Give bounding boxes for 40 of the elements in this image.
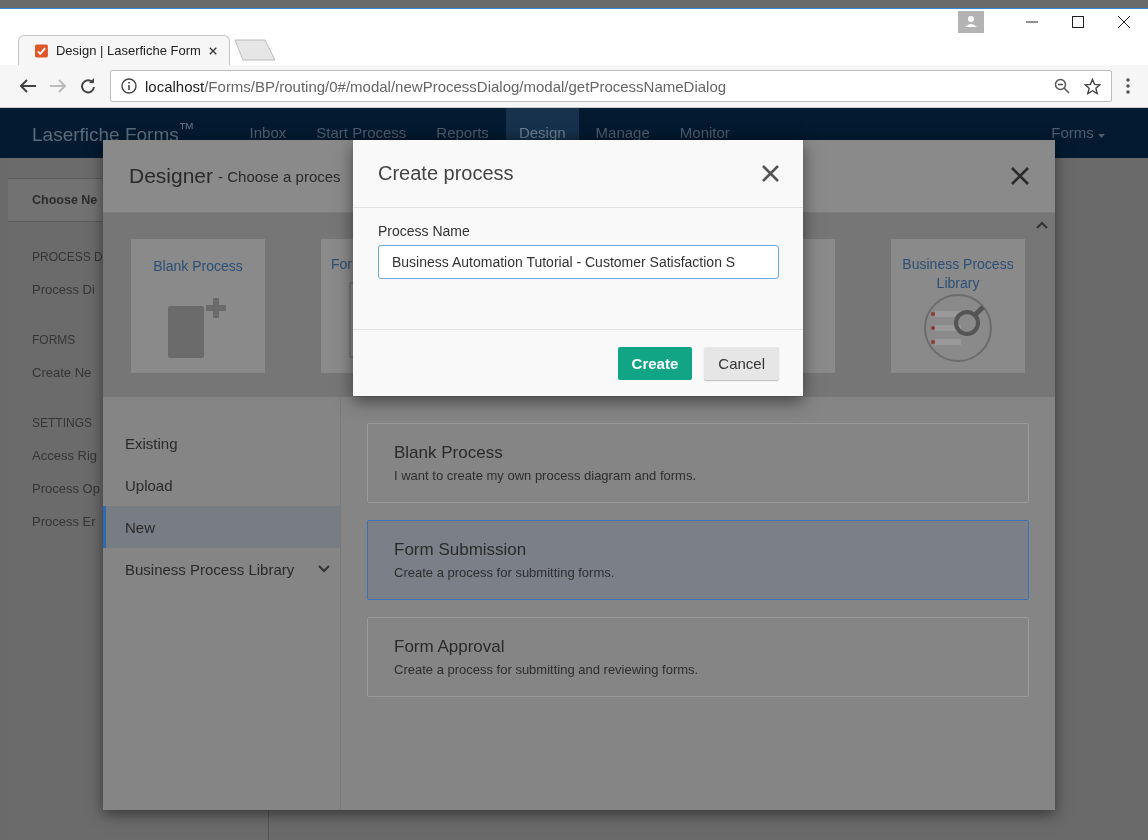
zoom-out-icon[interactable]: [1054, 78, 1070, 94]
maximize-icon[interactable]: [1072, 16, 1084, 28]
menu-icon[interactable]: [1126, 78, 1130, 94]
option-description: Create a process for submitting forms.: [394, 565, 616, 580]
magnifier-list-icon: [923, 293, 993, 363]
info-icon[interactable]: [121, 78, 137, 94]
side-menu-item[interactable]: Existing: [103, 422, 340, 464]
process-option-card[interactable]: Blank Process I want to create my own process diagram and forms.: [367, 423, 1029, 503]
process-option-card[interactable]: Form Submission Create a process for submitting forms.: [367, 520, 1029, 600]
close-icon[interactable]: [208, 45, 217, 56]
browser-tab[interactable]: Design | Laserfiche Form: [18, 35, 230, 65]
back-arrow-icon[interactable]: [20, 79, 36, 93]
option-description: I want to create my own process diagram and forms.: [394, 468, 697, 483]
tab-title: Design | Laserfiche Form: [55, 43, 201, 58]
create-button[interactable]: Create: [617, 346, 693, 380]
dialog-title: Create process: [378, 162, 514, 185]
process-name-field[interactable]: Business Automation Tutorial - Customer Satisfaction S: [378, 245, 779, 279]
template-card[interactable]: Business Process Library: [891, 239, 1025, 373]
option-title: Blank Process: [394, 443, 504, 463]
url-text: localhost/Forms/BP/routing/0#/modal/newProcessDialog/modal/getProcessNameDialog: [145, 77, 727, 95]
cancel-button[interactable]: Cancel: [704, 346, 779, 380]
reload-icon[interactable]: [80, 78, 96, 94]
collapse-caret-icon[interactable]: [1036, 221, 1048, 229]
side-menu-item[interactable]: Upload: [103, 464, 340, 506]
close-icon[interactable]: [1118, 16, 1130, 28]
side-menu-item[interactable]: Business Process Library: [103, 548, 340, 590]
process-option-card[interactable]: Form Approval Create a process for submitting and reviewing forms.: [367, 617, 1029, 697]
caret-icon: [1098, 134, 1105, 138]
star-icon[interactable]: [1084, 77, 1101, 95]
chevron-down-icon[interactable]: [318, 565, 330, 573]
field-label: Process Name: [378, 223, 470, 239]
close-icon[interactable]: [762, 165, 779, 182]
option-title: Form Approval: [394, 637, 506, 657]
option-title: Form Submission: [394, 540, 528, 560]
option-description: Create a process for submitting and reviewing forms.: [394, 662, 700, 677]
template-card[interactable]: Blank Process: [131, 239, 265, 373]
checkmark-icon: [35, 42, 48, 59]
address-bar[interactable]: localhost/Forms/BP/routing/0#/modal/newProcessDialog/modal/getProcessNameDialog: [110, 70, 1112, 102]
side-menu-item[interactable]: New: [103, 506, 340, 548]
forms-menu[interactable]: Forms: [1038, 108, 1118, 158]
